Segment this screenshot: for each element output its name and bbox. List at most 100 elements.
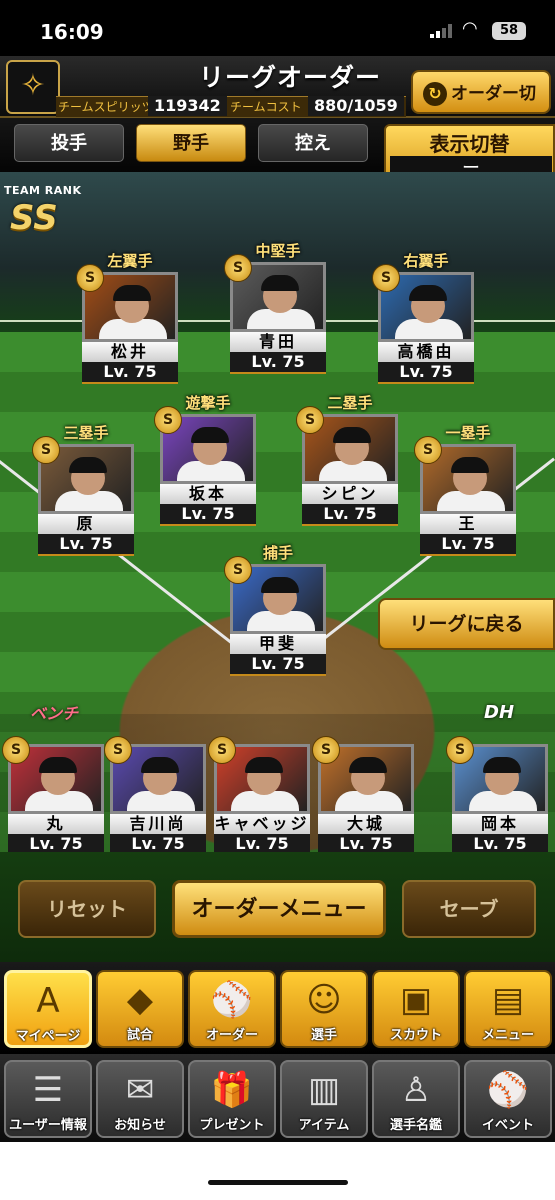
rarity-badge: S [208,736,236,764]
nav-label: オーダー [205,1028,258,1043]
nav-label: アイテム [298,1118,350,1133]
nav-label: プレゼント [199,1118,265,1133]
player-level: Lv. 75 [378,362,474,384]
nav-secondary-0[interactable]: ☰ ユーザー情報 [4,1060,92,1138]
player-level: Lv. 75 [420,534,516,556]
nav-label: お知らせ [114,1118,166,1133]
rarity-badge: S [154,406,182,434]
rarity-badge: S [2,736,30,764]
nav-primary-4[interactable]: ▣ スカウト [372,970,460,1048]
nav-icon: ▣ [399,980,433,1020]
player-level: Lv. 75 [230,654,326,676]
player-card-fielder-3[interactable]: 遊撃手 S 坂本 Lv. 75 [154,392,256,526]
team-spirit-label: チームスピリッツ [58,100,154,114]
nav-secondary-4[interactable]: ♙ 選手名鑑 [372,1060,460,1138]
save-button[interactable]: セーブ [402,880,536,938]
rarity-badge: S [224,254,252,282]
player-name: 丸 [8,814,104,834]
player-name: キャベッジ [214,814,310,834]
rarity-badge: S [296,406,324,434]
player-card-bench-3[interactable]: S 大城 Lv. 75 [312,722,414,856]
signal-icon [430,24,454,38]
rarity-badge: S [414,436,442,464]
team-spirit-value: 119342 [148,96,227,116]
wifi-icon: ◠ [462,18,478,39]
player-name: 岡本 [452,814,548,834]
team-rank-value: SS [10,198,58,238]
rarity-badge: S [312,736,340,764]
player-card-fielder-0[interactable]: 左翼手 S 松井 Lv. 75 [76,250,178,384]
player-card-bench-2[interactable]: S キャベッジ Lv. 75 [208,722,310,856]
player-name: 高橋由 [378,342,474,362]
tab-pitcher[interactable]: 投手 [14,124,124,162]
rarity-badge: S [32,436,60,464]
nav-label: ユーザー情報 [9,1118,87,1133]
battery-indicator: 58 [492,22,526,40]
player-card-fielder-6[interactable]: 一塁手 S 王 Lv. 75 [414,422,516,556]
nav-icon: ◆ [126,980,154,1020]
nav-label: イベント [481,1118,534,1133]
player-card-fielder-4[interactable]: 二塁手 S シピン Lv. 75 [296,392,398,526]
player-name: 坂本 [160,484,256,504]
nav-primary-5[interactable]: ▤ メニュー [464,970,552,1048]
player-card-fielder-1[interactable]: 中堅手 S 青田 Lv. 75 [224,240,326,374]
player-level: Lv. 75 [38,534,134,556]
order-switch-button[interactable]: ↻オーダー切替 [411,70,551,148]
nav-primary-3[interactable]: ☺ 選手 [280,970,368,1048]
nav-icon: ✉ [125,1070,155,1110]
nav-icon: ▥ [307,1070,341,1110]
player-name: 吉川尚 [110,814,206,834]
nav-secondary-1[interactable]: ✉ お知らせ [96,1060,184,1138]
rarity-badge: S [446,736,474,764]
nav-icon: ⚾ [210,980,254,1020]
player-card-fielder-7[interactable]: 捕手 S 甲斐 Lv. 75 [224,542,326,676]
player-name: 松井 [82,342,178,362]
nav-label: 選手名鑑 [389,1118,442,1133]
display-switch-label: 表示切替 [429,132,510,156]
team-rank-label: TEAM RANK [4,184,82,197]
player-level: Lv. 75 [160,504,256,526]
rarity-badge: S [224,556,252,584]
nav-label: マイページ [15,1029,81,1044]
nav-label: 試合 [126,1028,153,1043]
nav-label: 選手 [310,1028,337,1043]
team-cost-label: チームコスト [230,100,302,114]
player-name: シピン [302,484,398,504]
reset-button[interactable]: リセット [18,880,156,938]
player-name: 甲斐 [230,634,326,654]
rarity-badge: S [104,736,132,764]
player-name: 青田 [230,332,326,352]
nav-secondary-5[interactable]: ⚾ イベント [464,1060,552,1138]
player-card-bench-0[interactable]: S 丸 Lv. 75 [2,722,104,856]
player-name: 原 [38,514,134,534]
player-name: 王 [420,514,516,534]
nav-secondary-2[interactable]: 🎁 プレゼント [188,1060,276,1138]
player-level: Lv. 75 [230,352,326,374]
home-bar [0,1142,555,1200]
player-card-bench-1[interactable]: S 吉川尚 Lv. 75 [104,722,206,856]
nav-primary-2[interactable]: ⚾ オーダー [188,970,276,1048]
nav-icon: ☰ [32,1070,64,1110]
order-menu-button[interactable]: オーダーメニュー [172,880,386,938]
player-card-bench-4[interactable]: S 岡本 Lv. 75 [446,722,548,856]
return-to-league-button[interactable]: リーグに戻る [378,598,555,650]
tab-fielder[interactable]: 野手 [136,124,246,162]
player-name: 大城 [318,814,414,834]
dh-label: DH [484,702,515,723]
nav-icon: ☺ [306,980,342,1020]
bench-label: ベンチ [30,704,79,723]
nav-primary-1[interactable]: ◆ 試合 [96,970,184,1048]
nav-secondary-3[interactable]: ▥ アイテム [280,1060,368,1138]
nav-icon: ▤ [491,980,525,1020]
nav-label: スカウト [389,1028,442,1043]
tab-reserve[interactable]: 控え [258,124,368,162]
nav-label: メニュー [481,1028,534,1043]
team-logo-icon[interactable]: ✧ [6,60,60,114]
player-level: Lv. 75 [82,362,178,384]
nav-primary-0[interactable]: A マイページ [4,970,92,1048]
nav-icon: 🎁 [210,1070,254,1110]
rarity-badge: S [76,264,104,292]
player-card-fielder-5[interactable]: 三塁手 S 原 Lv. 75 [32,422,134,556]
player-card-fielder-2[interactable]: 右翼手 S 高橋由 Lv. 75 [372,250,474,384]
team-cost-value: 880/1059 [308,96,404,116]
